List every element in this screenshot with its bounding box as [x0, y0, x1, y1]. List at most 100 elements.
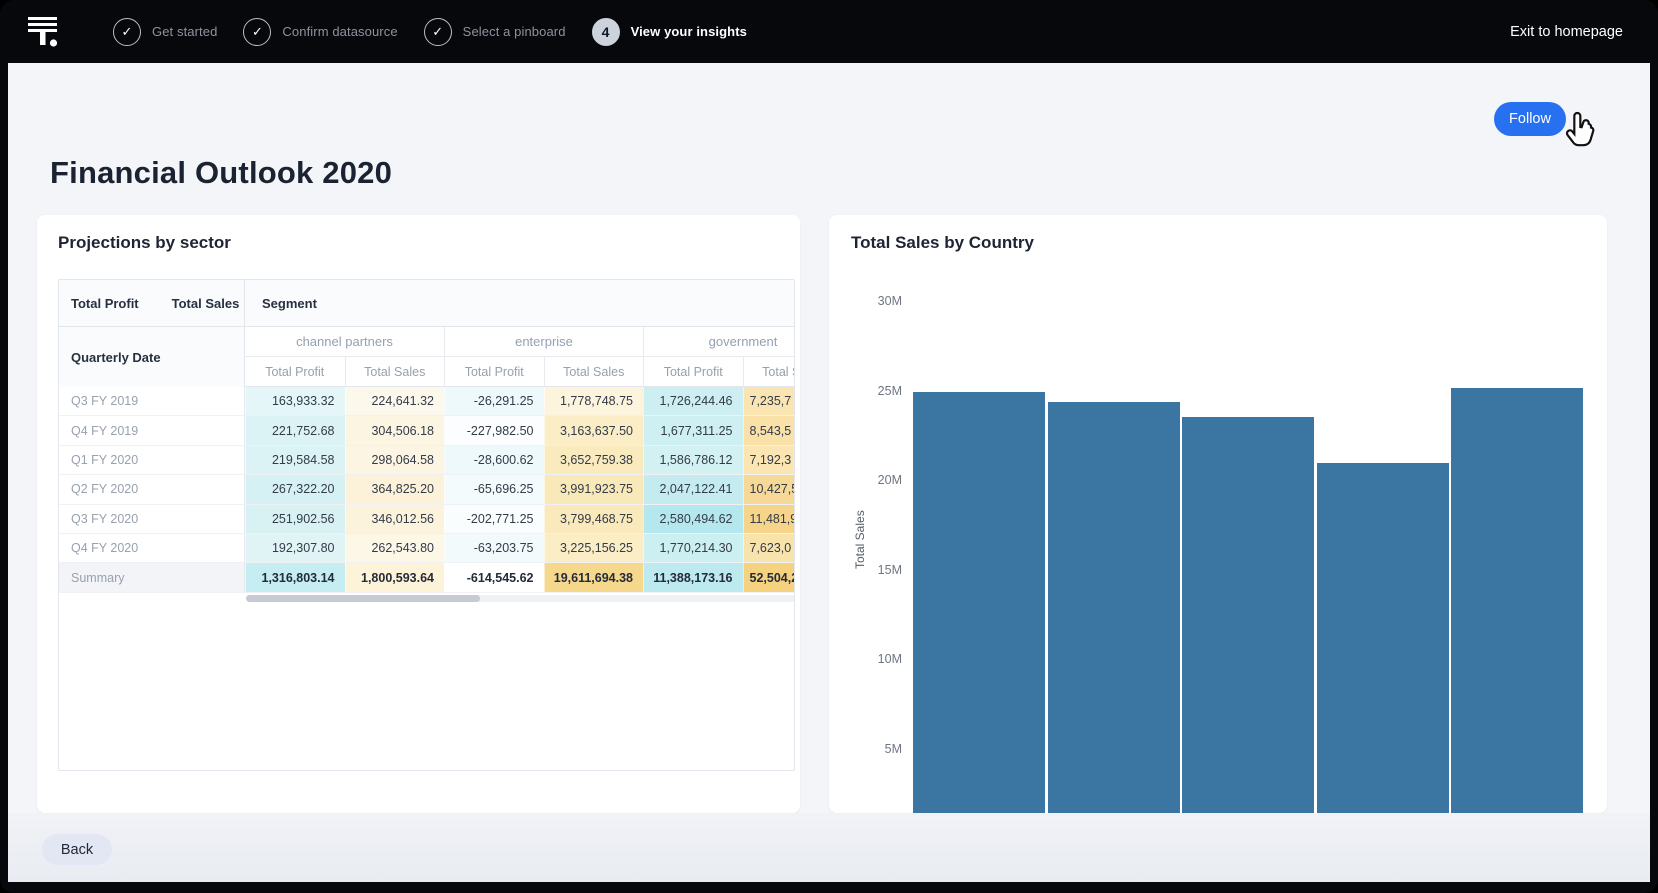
value-cell: 1,677,311.25 — [643, 416, 743, 444]
value-cell: 1,770,214.30 — [643, 534, 743, 562]
measure-subheader-row: Total ProfitTotal SalesTotal ProfitTotal… — [245, 357, 795, 387]
step-label: View your insights — [631, 24, 747, 39]
table-row: Q3 FY 2019163,933.32224,641.32-26,291.25… — [59, 387, 795, 416]
app-window: ✓ Get started ✓ Confirm datasource ✓ Select a… — [0, 0, 1658, 893]
page-body: Financial Outlook 2020 Follow Projection… — [8, 63, 1650, 882]
step-4-view-your-insights[interactable]: 4View your insights — [592, 18, 747, 46]
bar-chart-plot-area — [913, 302, 1583, 813]
table-row: Q2 FY 2020267,322.20364,825.20-65,696.25… — [59, 475, 795, 504]
row-label: Summary — [59, 563, 245, 591]
value-cell: -63,203.75 — [444, 534, 544, 562]
group-header-enterprise: enterprise — [444, 327, 643, 357]
step-label: Select a pinboard — [463, 24, 566, 39]
value-cell: 163,933.32 — [245, 387, 345, 415]
follow-button[interactable]: Follow — [1494, 102, 1566, 136]
value-cell: 3,652,759.38 — [544, 446, 644, 474]
horizontal-scrollbar-thumb[interactable] — [246, 595, 480, 602]
y-tick-30M: 30M — [842, 294, 902, 308]
row-label: Q4 FY 2019 — [59, 416, 245, 444]
value-cell: 364,825.20 — [345, 475, 445, 503]
value-cell: -614,545.62 — [444, 563, 544, 591]
pivot-segment-header-cell: Segment — [245, 280, 795, 326]
value-cell: 304,506.18 — [345, 416, 445, 444]
pivot-measures-cell: Total Profit Total Sales — [59, 280, 245, 326]
step-label: Confirm datasource — [282, 24, 397, 39]
value-cell: -65,696.25 — [444, 475, 544, 503]
subheader-total-profit: Total Profit — [643, 357, 743, 387]
value-cell: 219,584.58 — [245, 446, 345, 474]
bar-1[interactable] — [913, 392, 1045, 813]
step-indicator: ✓ Get started ✓ Confirm datasource ✓ Select a… — [113, 18, 773, 46]
onboarding-top-bar: ✓ Get started ✓ Confirm datasource ✓ Select a… — [0, 0, 1658, 63]
value-cell: 7,623,0 — [743, 534, 796, 562]
quarterly-date-label: Quarterly Date — [71, 350, 161, 365]
pivot-card-title: Projections by sector — [58, 233, 231, 253]
subheader-total-sales: Total Sales — [743, 357, 796, 387]
value-cell: 10,427,5 — [743, 475, 796, 503]
chart-card-title: Total Sales by Country — [851, 233, 1034, 253]
value-cell: -26,291.25 — [444, 387, 544, 415]
table-row: Q1 FY 2020219,584.58298,064.58-28,600.62… — [59, 446, 795, 475]
value-cell: 11,388,173.16 — [643, 563, 743, 591]
group-header-channel-partners: channel partners — [245, 327, 444, 357]
value-cell: 267,322.20 — [245, 475, 345, 503]
value-cell: -202,771.25 — [444, 505, 544, 533]
exit-to-homepage-link[interactable]: Exit to homepage — [1510, 24, 1623, 40]
value-cell: 2,580,494.62 — [643, 505, 743, 533]
value-cell: 3,225,156.25 — [544, 534, 644, 562]
group-header-government: government — [643, 327, 795, 357]
value-cell: 7,192,3 — [743, 446, 796, 474]
bar-3[interactable] — [1182, 417, 1314, 813]
bar-5[interactable] — [1451, 388, 1583, 813]
segment-group-row: channel partnersenterprisegovernment — [245, 327, 795, 357]
horizontal-scrollbar-track[interactable] — [246, 595, 795, 602]
pivot-measures-header-row: Total Profit Total Sales Segment — [59, 280, 795, 327]
value-cell: 1,726,244.46 — [643, 387, 743, 415]
row-label: Q4 FY 2020 — [59, 534, 245, 562]
step-3-select-a-pinboard[interactable]: ✓ Select a pinboard — [424, 18, 566, 46]
value-cell: -227,982.50 — [444, 416, 544, 444]
table-row: Q4 FY 2020192,307.80262,543.80-63,203.75… — [59, 534, 795, 563]
pivot-body: Q3 FY 2019163,933.32224,641.32-26,291.25… — [59, 387, 794, 593]
value-cell: 8,543,5 — [743, 416, 796, 444]
value-cell: 192,307.80 — [245, 534, 345, 562]
bar-2[interactable] — [1048, 402, 1180, 813]
y-tick-15M: 15M — [842, 563, 902, 577]
row-label: Q2 FY 2020 — [59, 475, 245, 503]
y-tick-20M: 20M — [842, 473, 902, 487]
card-projections-by-sector: Projections by sector Total Profit Total… — [37, 215, 800, 813]
value-cell: 298,064.58 — [345, 446, 445, 474]
card-total-sales-by-country: Total Sales by Country Total Sales 30M25… — [829, 215, 1607, 813]
step-check-icon: ✓ — [113, 18, 141, 46]
value-cell: 221,752.68 — [245, 416, 345, 444]
thoughtspot-logo-icon — [28, 16, 58, 48]
step-1-get-started[interactable]: ✓ Get started — [113, 18, 217, 46]
page-title: Financial Outlook 2020 — [50, 155, 392, 191]
subheader-total-sales: Total Sales — [544, 357, 644, 387]
table-row: Q4 FY 2019221,752.68304,506.18-227,982.5… — [59, 416, 795, 445]
bar-4[interactable] — [1317, 463, 1449, 813]
value-cell: 52,504,2 — [743, 563, 796, 591]
value-cell: 3,991,923.75 — [544, 475, 644, 503]
value-cell: 1,586,786.12 — [643, 446, 743, 474]
step-label: Get started — [152, 24, 217, 39]
pivot-column-header-row: Quarterly Date channel partnersenterpris… — [59, 327, 795, 387]
step-check-icon: ✓ — [424, 18, 452, 46]
value-cell: 346,012.56 — [345, 505, 445, 533]
row-label: Q3 FY 2019 — [59, 387, 245, 415]
value-cell: 19,611,694.38 — [544, 563, 644, 591]
value-cell: 251,902.56 — [245, 505, 345, 533]
value-cell: 1,778,748.75 — [544, 387, 644, 415]
measure-label-total-profit: Total Profit — [71, 296, 139, 311]
value-cell: 1,316,803.14 — [245, 563, 345, 591]
segment-label: Segment — [262, 296, 317, 311]
summary-row: Summary1,316,803.141,800,593.64-614,545.… — [59, 563, 795, 592]
y-tick-25M: 25M — [842, 384, 902, 398]
value-cell: 7,235,7 — [743, 387, 796, 415]
step-2-confirm-datasource[interactable]: ✓ Confirm datasource — [243, 18, 397, 46]
step-check-icon: ✓ — [243, 18, 271, 46]
back-button[interactable]: Back — [42, 834, 112, 865]
pivot-table: Total Profit Total Sales Segment Quarter… — [58, 279, 795, 771]
wizard-footer: Back — [8, 813, 1650, 882]
subheader-total-profit: Total Profit — [444, 357, 544, 387]
